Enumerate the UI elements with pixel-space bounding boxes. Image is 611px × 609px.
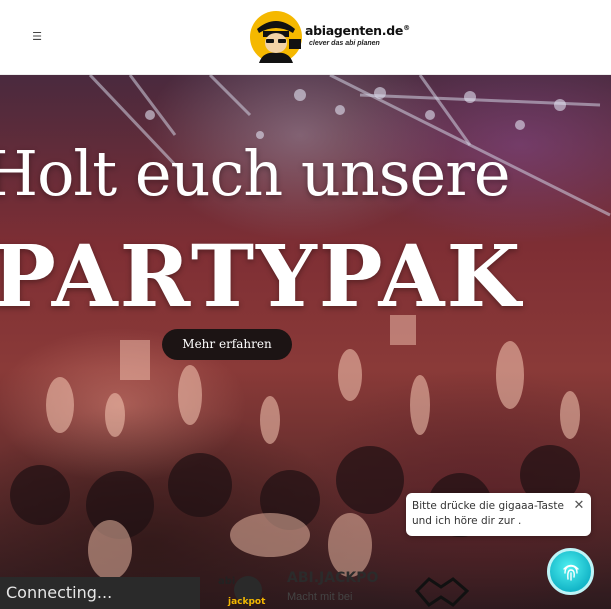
hero-headline: Holt euch unsere xyxy=(0,137,511,210)
site-header: ☰ abiagenten.de® clever das abi planen xyxy=(0,0,611,75)
menu-icon[interactable]: ☰ xyxy=(30,29,44,45)
promo-title: ABI.JACKPO xyxy=(287,570,379,586)
chat-message-bubble: Bitte drücke die gigaaa-Taste und ich hö… xyxy=(406,493,591,536)
voice-assistant-button[interactable] xyxy=(547,548,594,595)
close-icon[interactable]: ✕ xyxy=(573,499,585,513)
connection-status: Connecting... xyxy=(0,577,200,609)
abi-jackpot-logo[interactable]: abi jackpot xyxy=(214,570,276,609)
learn-more-button[interactable]: Mehr erfahren xyxy=(162,329,292,360)
promo-logo-bottom: jackpot xyxy=(227,597,266,607)
agent-mascot-icon xyxy=(250,11,302,63)
fingerprint-icon xyxy=(563,564,579,581)
handshake-icon xyxy=(414,577,470,607)
logo-tagline: clever das abi planen xyxy=(309,40,380,47)
promo-subtitle: Macht mit bei xyxy=(287,591,353,603)
promo-logo-top: abi xyxy=(218,576,235,587)
logo-name: abiagenten.de® xyxy=(305,23,410,38)
site-logo[interactable]: abiagenten.de® clever das abi planen xyxy=(249,9,410,65)
hero-headline-big: PARTYPAK xyxy=(0,227,523,327)
